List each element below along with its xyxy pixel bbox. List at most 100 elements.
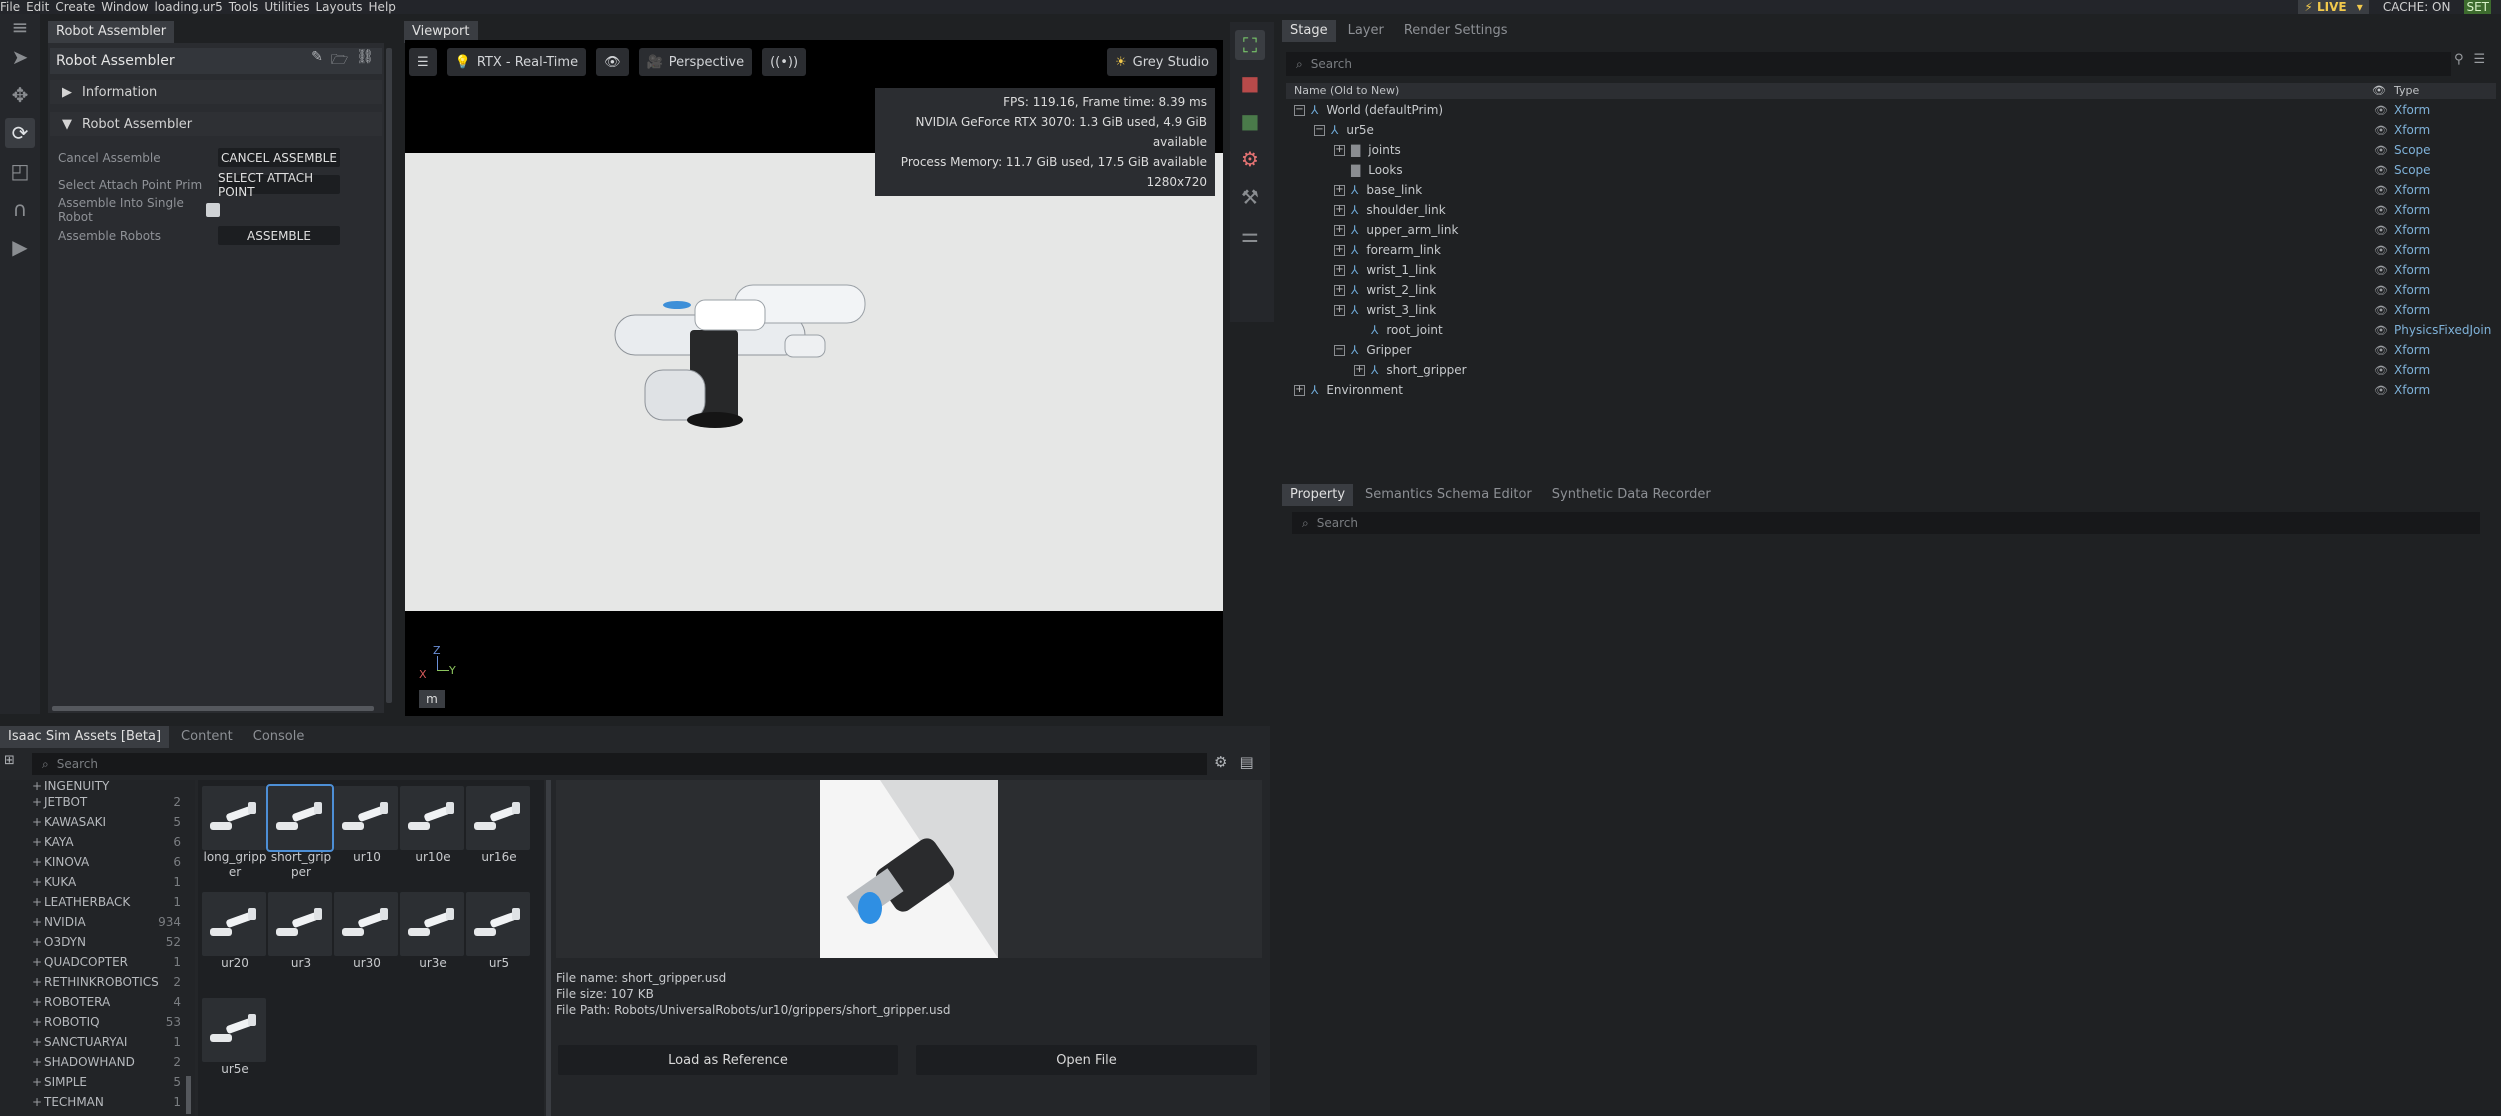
visibility-eye-icon[interactable]: 👁 [2374, 264, 2388, 277]
visibility-eye-icon[interactable]: 👁 [2374, 384, 2388, 397]
folder-icon[interactable]: 🗁 [331, 49, 348, 73]
fullscreen-icon[interactable]: ⛶ [1235, 30, 1265, 60]
filter-icon[interactable]: ⚲ [2454, 52, 2464, 67]
broadcast-button[interactable]: ((•)) [762, 48, 807, 76]
plus-icon[interactable]: + [32, 1055, 42, 1069]
asset-category[interactable]: + KUKA 1 [0, 872, 195, 892]
tab-property[interactable]: Property [1282, 484, 1354, 506]
expand-toggle-icon[interactable]: + [1334, 304, 1345, 316]
lighting-button[interactable]: ☀ Grey Studio [1106, 48, 1217, 76]
tab-robot-assembler[interactable]: Robot Assembler [48, 21, 175, 43]
tab-layer[interactable]: Layer [1340, 20, 1392, 42]
plus-icon[interactable]: + [32, 915, 42, 929]
menu-create[interactable]: Create [55, 0, 95, 14]
expand-toggle-icon[interactable]: + [1334, 144, 1345, 156]
expand-toggle-icon[interactable]: + [1334, 224, 1345, 236]
rotate-icon[interactable]: ⟳ [5, 118, 35, 148]
adjust-icon[interactable]: ⚌ [1235, 220, 1265, 250]
gear-icon[interactable]: ⚙ [1235, 144, 1265, 174]
vertical-scrollbar[interactable] [386, 48, 392, 703]
plus-icon[interactable]: + [32, 895, 42, 909]
stage-row[interactable]: + ⅄ shoulder_link 👁 Xform [1286, 200, 2496, 220]
tab-isaac-assets[interactable]: Isaac Sim Assets [Beta] [0, 726, 170, 748]
snap-icon[interactable]: ∩ [5, 194, 35, 224]
menu-edit[interactable]: Edit [26, 0, 49, 14]
plus-icon[interactable]: + [32, 1075, 42, 1089]
expand-toggle-icon[interactable]: − [1334, 344, 1345, 356]
visibility-eye-icon[interactable]: 👁 [2374, 144, 2388, 157]
assemble-single-checkbox[interactable] [206, 203, 220, 217]
link-icon[interactable]: ⛓ [356, 49, 374, 73]
stage-row[interactable]: + ⅄ wrist_1_link 👁 Xform [1286, 260, 2496, 280]
stage-row[interactable]: ⅄ root_joint 👁 PhysicsFixedJoin [1286, 320, 2496, 340]
stage-row[interactable]: + ⅄ wrist_3_link 👁 Xform [1286, 300, 2496, 320]
asset-category[interactable]: + INGENUITY [0, 780, 195, 792]
stage-row[interactable]: + ⅄ short_gripper 👁 Xform [1286, 360, 2496, 380]
tree-toggle-icon[interactable]: ⊞ [4, 753, 26, 775]
plus-icon[interactable]: + [32, 875, 42, 889]
assemble-button[interactable]: ASSEMBLE [218, 226, 340, 245]
horizontal-scrollbar[interactable] [52, 706, 374, 711]
plus-icon[interactable]: + [32, 1015, 42, 1029]
asset-category[interactable]: + ROBOTIQ 53 [0, 1012, 195, 1032]
select-arrow-icon[interactable]: ➤ [5, 42, 35, 72]
asset-thumbnail[interactable]: ur10e [400, 786, 466, 865]
asset-category[interactable]: + JETBOT 2 [0, 792, 195, 812]
stage-row[interactable]: + ⅄ forearm_link 👁 Xform [1286, 240, 2496, 260]
tab-render-settings[interactable]: Render Settings [1396, 20, 1516, 42]
asset-thumbnail[interactable]: ur30 [334, 892, 400, 971]
menu-layouts[interactable]: Layouts [315, 0, 362, 14]
asset-thumbnail[interactable]: ur3 [268, 892, 334, 971]
menu-file[interactable]: File [0, 0, 20, 14]
asset-thumbnail[interactable]: ur3e [400, 892, 466, 971]
visibility-eye-icon[interactable]: 👁 [2374, 304, 2388, 317]
expand-toggle-icon[interactable]: + [1334, 204, 1345, 216]
cube-icon[interactable]: ■ [1235, 68, 1265, 98]
stage-row[interactable]: + ⅄ Environment 👁 Xform [1286, 380, 2496, 400]
expand-toggle-icon[interactable]: + [1334, 244, 1345, 256]
visibility-eye-icon[interactable]: 👁 [2374, 364, 2388, 377]
view-mode-icon[interactable]: ▤ [1239, 753, 1253, 771]
plus-icon[interactable]: + [32, 1095, 42, 1109]
visibility-eye-icon[interactable]: 👁 [2374, 224, 2388, 237]
cancel-assemble-button[interactable]: CANCEL ASSEMBLE [218, 148, 340, 167]
asset-category[interactable]: + TECHMAN 1 [0, 1092, 195, 1112]
expand-toggle-icon[interactable]: + [1334, 184, 1345, 196]
asset-category[interactable]: + QUADCOPTER 1 [0, 952, 195, 972]
stage-row[interactable]: − ⅄ ur5e 👁 Xform [1286, 120, 2496, 140]
stage-row[interactable]: − ⅄ Gripper 👁 Xform [1286, 340, 2496, 360]
set-badge[interactable]: SET [2464, 0, 2491, 14]
plus-icon[interactable]: + [32, 780, 42, 792]
play-icon[interactable]: ▶ [5, 232, 35, 262]
live-badge[interactable]: ⚡ LIVE ▾ [2298, 0, 2369, 14]
asset-thumbnail[interactable]: ur5 [466, 892, 532, 971]
hamburger-icon[interactable]: ≡ [5, 15, 35, 39]
asset-thumbnail[interactable]: long_gripp er [202, 786, 268, 880]
asset-thumbnail[interactable]: short_grip per [266, 784, 334, 880]
tab-stage[interactable]: Stage [1282, 20, 1336, 42]
plus-icon[interactable]: + [32, 815, 42, 829]
viewport-canvas[interactable]: ☰ 💡 RTX - Real-Time 👁 🎥 Perspective ((•)) … [405, 40, 1223, 716]
green-cube-icon[interactable]: ■ [1235, 106, 1265, 136]
asset-category[interactable]: + RETHINKROBOTICS 2 [0, 972, 195, 992]
tab-semantics[interactable]: Semantics Schema Editor [1357, 484, 1540, 506]
tab-console[interactable]: Console [245, 726, 313, 748]
load-as-reference-button[interactable]: Load as Reference [558, 1045, 898, 1075]
stage-row[interactable]: − ⅄ World (defaultPrim) 👁 Xform [1286, 100, 2496, 120]
robot-arm-icon[interactable]: ⚒ [1235, 182, 1265, 212]
open-file-button[interactable]: Open File [916, 1045, 1257, 1075]
expand-toggle-icon[interactable]: + [1334, 284, 1345, 296]
plus-icon[interactable]: + [32, 975, 42, 989]
expand-toggle-icon[interactable]: + [1334, 264, 1345, 276]
visibility-eye-icon[interactable]: 👁 [2374, 124, 2388, 137]
list-icon[interactable]: ☰ [2474, 52, 2486, 67]
asset-category[interactable]: + KAWASAKI 5 [0, 812, 195, 832]
asset-category[interactable]: + SIMPLE 5 [0, 1072, 195, 1092]
asset-thumbnail[interactable]: ur5e [202, 998, 268, 1077]
plus-icon[interactable]: + [32, 1035, 42, 1049]
asset-category[interactable]: + O3DYN 52 [0, 932, 195, 952]
stage-row[interactable]: + ⅄ upper_arm_link 👁 Xform [1286, 220, 2496, 240]
expand-toggle-icon[interactable]: + [1294, 384, 1305, 396]
viewport-settings-button[interactable]: ☰ [409, 48, 437, 76]
asset-category[interactable]: + SANCTUARYAI 1 [0, 1032, 195, 1052]
